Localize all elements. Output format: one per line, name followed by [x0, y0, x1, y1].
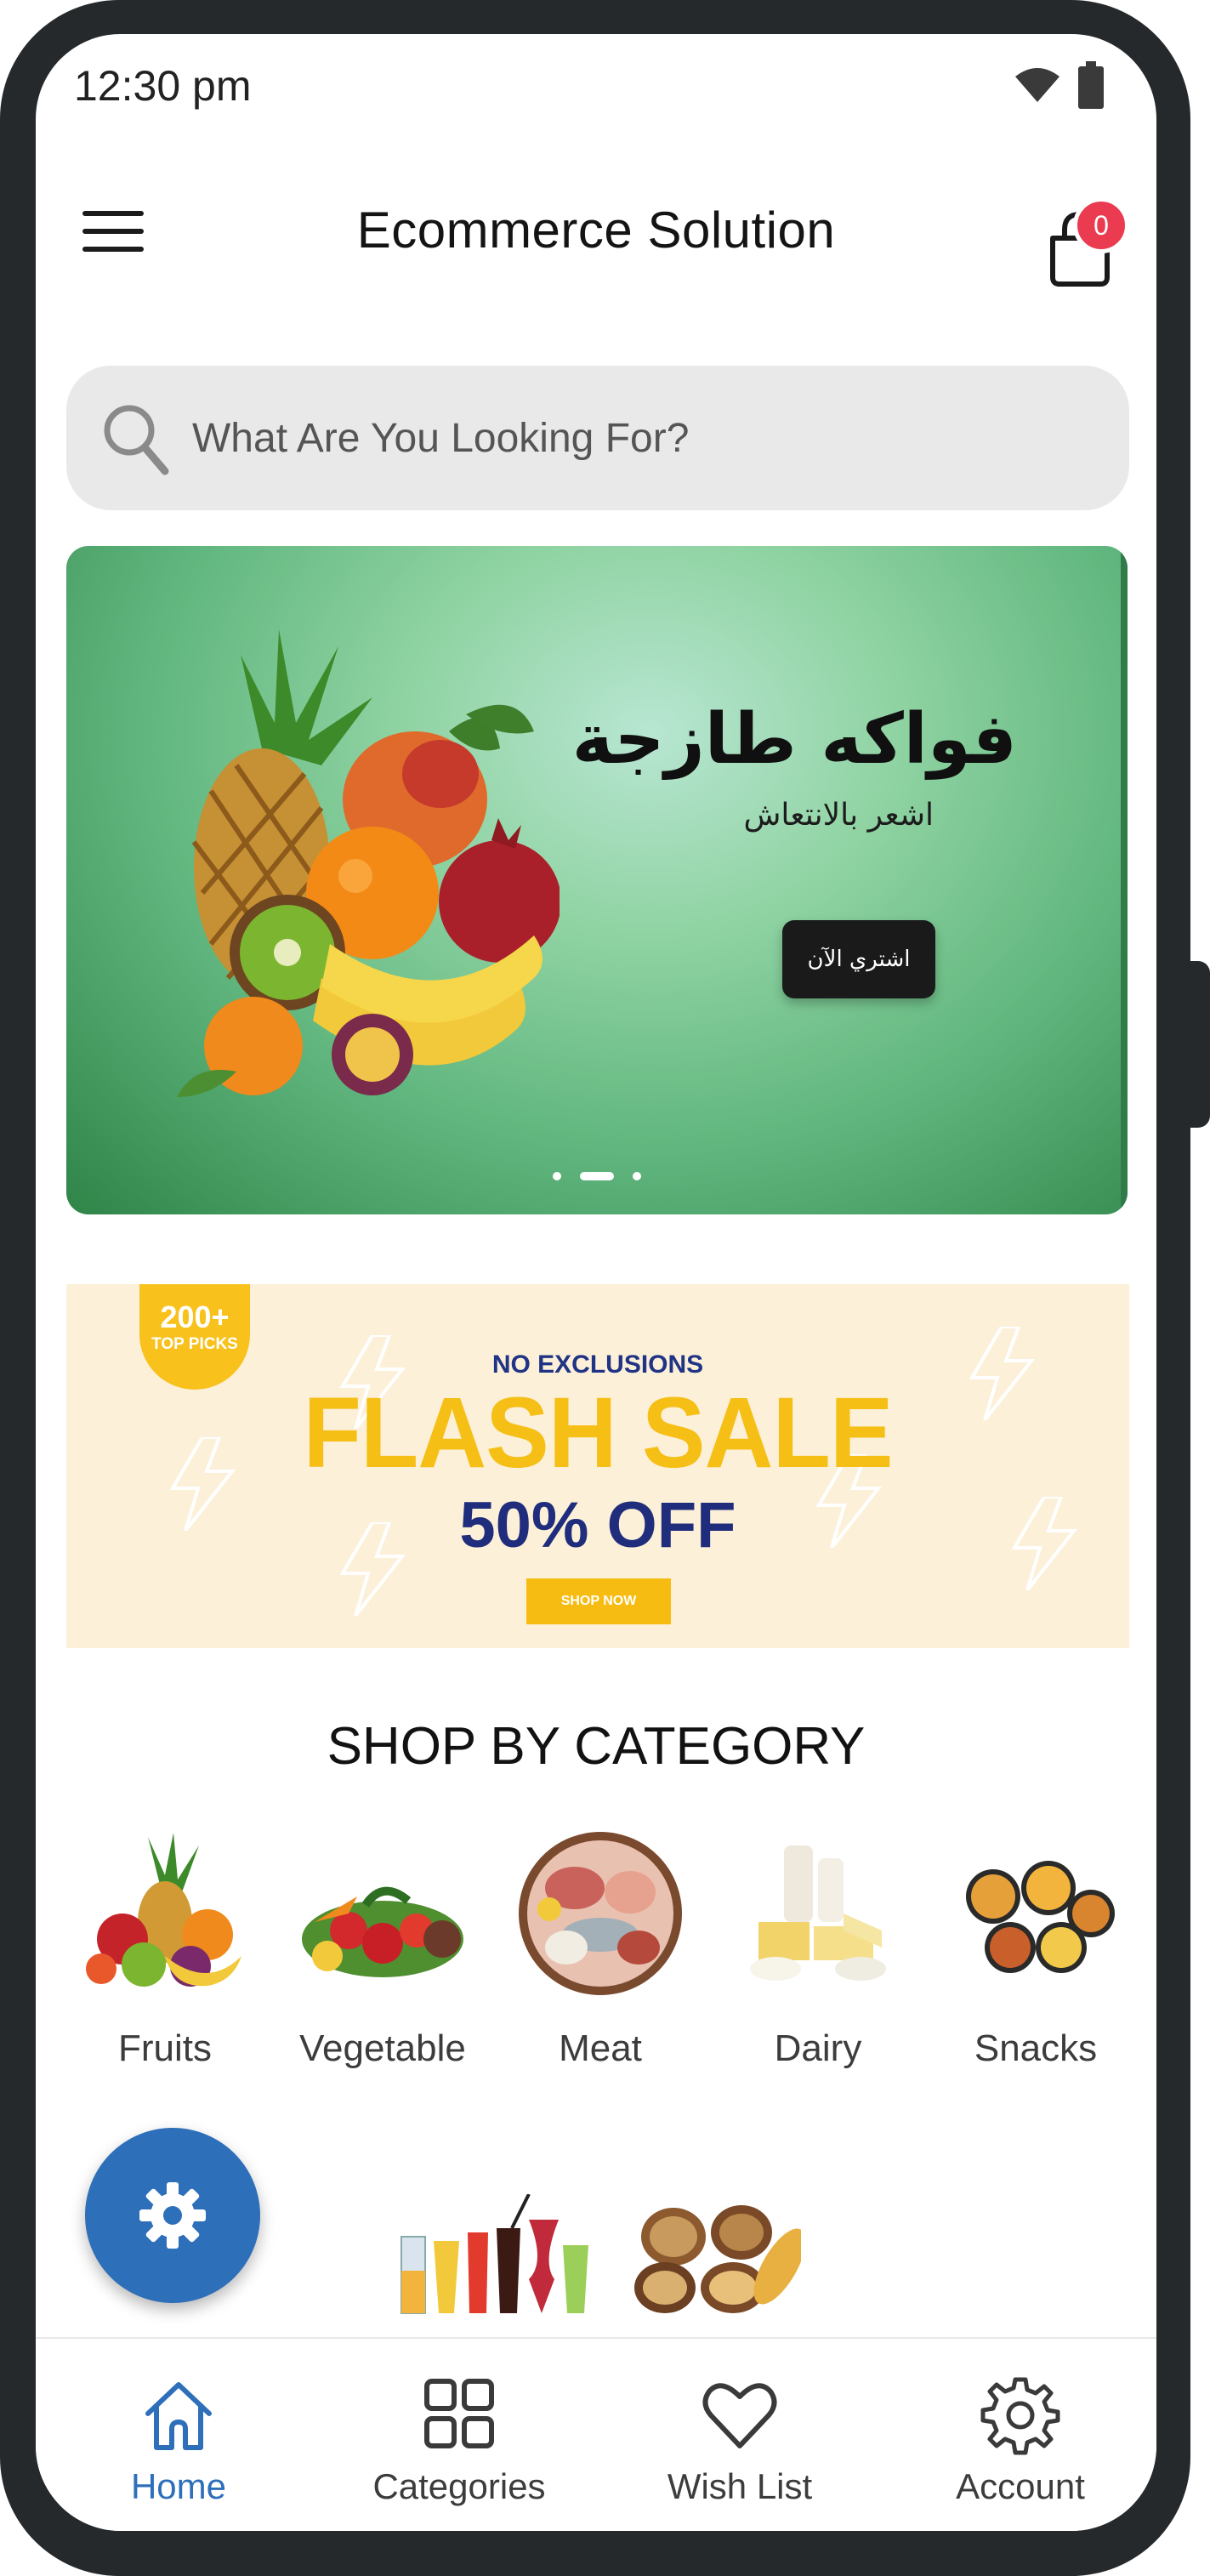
category-item-dairy[interactable]: Dairy	[709, 1828, 927, 2109]
status-icons	[1015, 61, 1104, 109]
nav-label: Categories	[372, 2466, 546, 2506]
category-item-meat[interactable]: Meat	[491, 1828, 709, 2109]
carousel-dot[interactable]	[633, 1172, 641, 1180]
home-icon	[145, 2382, 212, 2450]
flash-sale-banner[interactable]: 200+ TOP PICKS NO EXCLUSIONS FLASH SALE …	[66, 1284, 1129, 1648]
hero-banner-edge	[1121, 546, 1128, 1214]
status-time: 12:30 pm	[74, 62, 252, 110]
fruits-image	[86, 1833, 241, 1987]
app-header: Ecommerce Solution 0	[36, 170, 1156, 298]
category-item-fruits[interactable]: Fruits	[56, 1828, 274, 2109]
carousel-dot[interactable]	[553, 1172, 561, 1180]
nav-item-account[interactable]: Account	[910, 2373, 1131, 2517]
vegetable-image	[302, 1886, 463, 1977]
buy-now-button[interactable]: اشتري الآن	[782, 920, 935, 998]
gear-icon	[980, 2377, 1060, 2455]
category-label: Dairy	[774, 2027, 862, 2069]
category-item-vegetable[interactable]: Vegetable	[274, 1828, 491, 2109]
hero-subtitle: اشعر بالانتعاش	[743, 798, 934, 833]
flash-sale-title: FLASH SALE	[303, 1376, 893, 1489]
category-label: Meat	[559, 2027, 642, 2069]
beverages-image[interactable]	[393, 2194, 597, 2322]
app-title: Ecommerce Solution	[356, 202, 836, 259]
fruit-basket-image	[177, 629, 560, 1097]
top-picks-count: 200+	[160, 1299, 230, 1334]
battery-icon	[1078, 61, 1104, 109]
nav-item-wish-list[interactable]: Wish List	[629, 2373, 850, 2517]
settings-fab-button[interactable]	[85, 2128, 260, 2303]
hero-title: فواكه طازجة	[571, 699, 1017, 780]
category-list: Fruits Vegetable Meat Dairy Snacks	[36, 1828, 1156, 2109]
category-label: Fruits	[118, 2027, 212, 2069]
carousel-indicator	[66, 1172, 1128, 1180]
grid-icon	[424, 2379, 494, 2448]
nav-item-home[interactable]: Home	[68, 2373, 289, 2517]
category-item-snacks[interactable]: Snacks	[927, 1828, 1145, 2109]
settings-gear-icon	[139, 2182, 206, 2249]
bottom-navigation: Home Categories Wish List Account	[36, 2337, 1156, 2531]
section-title-categories: SHOP BY CATEGORY	[327, 1717, 866, 1776]
search-icon	[104, 405, 169, 475]
category-label: Snacks	[974, 2027, 1098, 2069]
hero-banner[interactable]: فواكه طازجة اشعر بالانتعاش اشتري الآن	[66, 546, 1128, 1214]
dairy-image	[750, 1845, 886, 1981]
search-input[interactable]	[192, 400, 1094, 476]
nav-label: Account	[956, 2466, 1085, 2506]
shop-now-button[interactable]: SHOP NOW	[526, 1578, 671, 1624]
flash-sale-offer: 50% OFF	[459, 1489, 736, 1561]
snacks-image	[966, 1861, 1115, 1973]
phone-side-button	[1187, 961, 1210, 1128]
meat-image	[519, 1832, 682, 1995]
phone-screen: 12:30 pm Ecommerce Solution 0 What Are Y…	[36, 34, 1156, 2531]
carousel-dot-active[interactable]	[580, 1172, 614, 1180]
nav-label: Home	[130, 2466, 227, 2506]
wifi-icon	[1015, 68, 1059, 102]
heart-icon	[702, 2383, 777, 2448]
cart-count-badge: 0	[1073, 197, 1129, 253]
status-bar: 12:30 pm	[36, 34, 1156, 145]
search-bar[interactable]	[66, 366, 1129, 510]
grains-image[interactable]	[622, 2186, 801, 2322]
nav-label: Wish List	[667, 2466, 813, 2506]
nav-item-categories[interactable]: Categories	[349, 2373, 570, 2517]
category-label: Vegetable	[299, 2027, 466, 2069]
